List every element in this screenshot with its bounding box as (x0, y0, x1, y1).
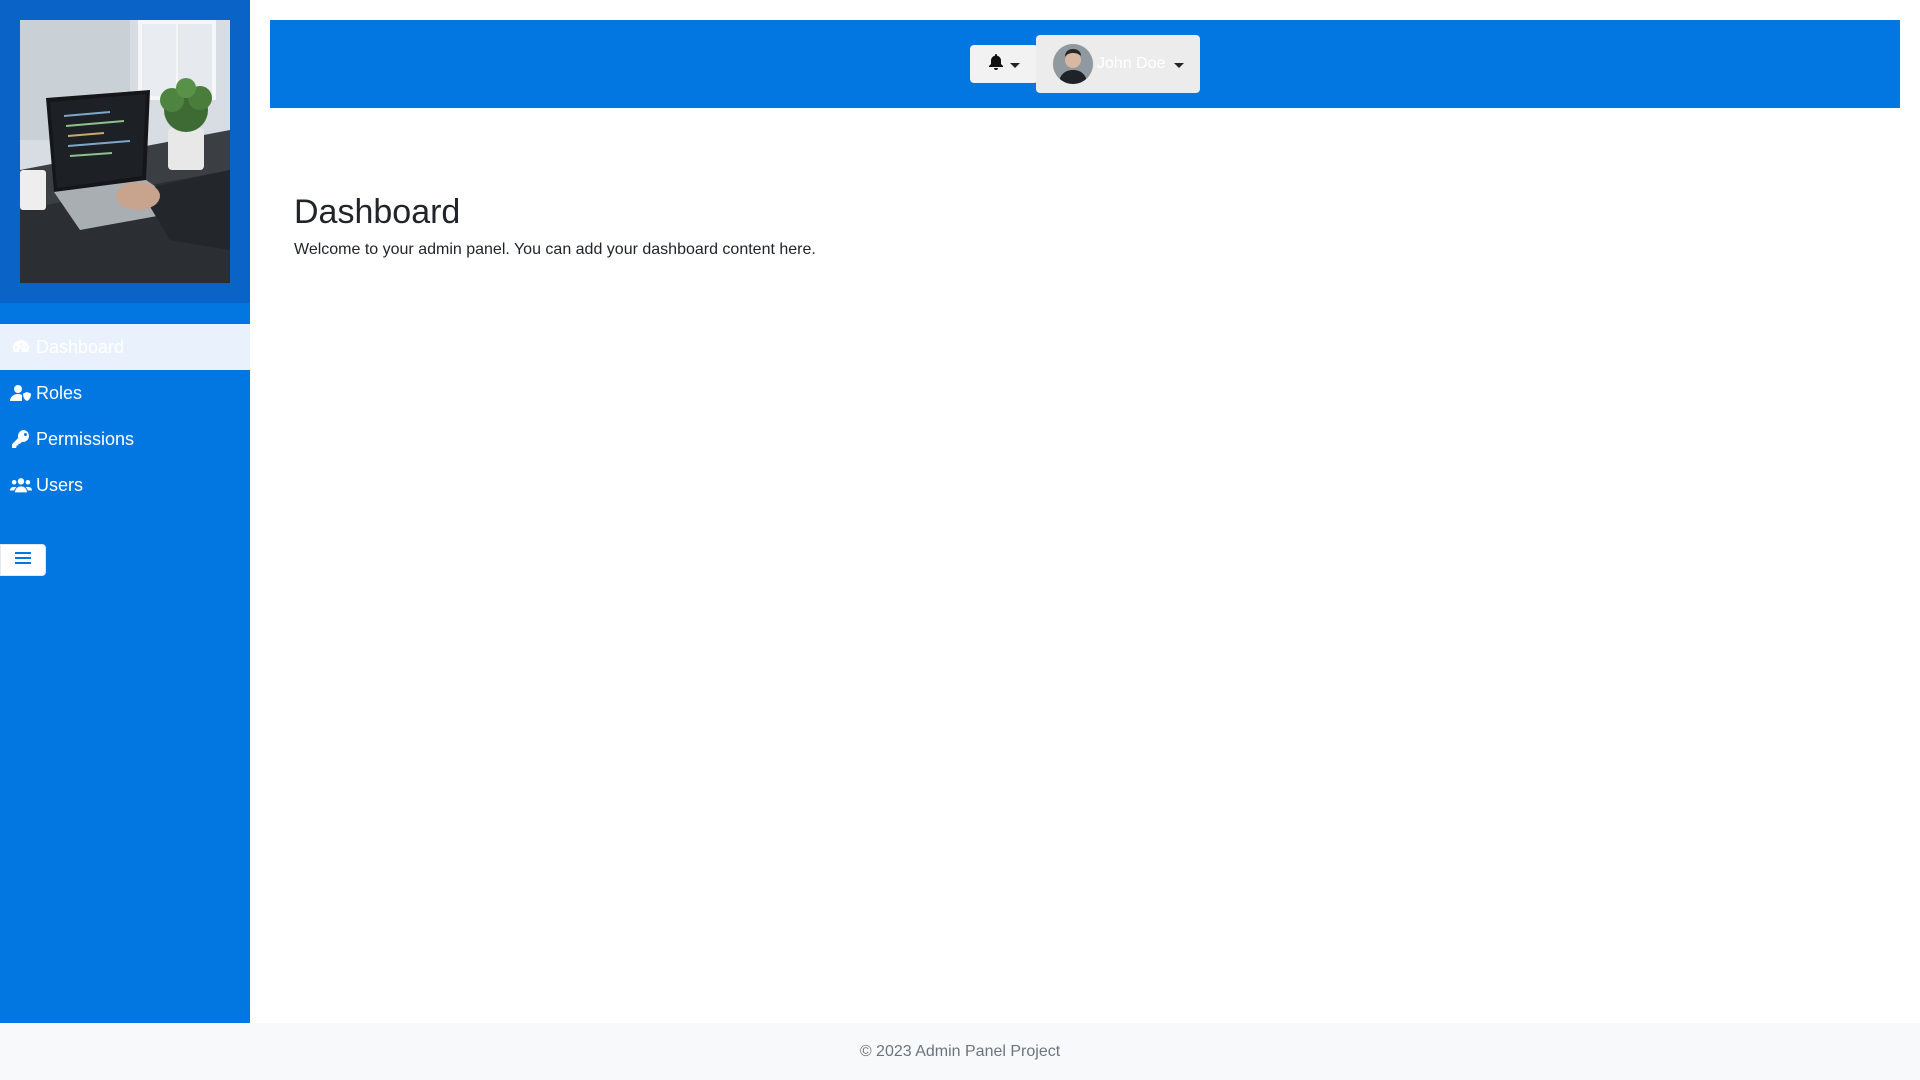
key-icon (10, 429, 32, 449)
sidebar-item-permissions[interactable]: Permissions (0, 416, 250, 462)
footer-text: © 2023 Admin Panel Project (859, 1042, 1061, 1060)
page-title: Dashboard (294, 193, 461, 231)
sidebar-item-label: Permissions (36, 428, 135, 449)
sidebar-item-label: Dashboard (36, 336, 125, 357)
user-shield-icon (10, 383, 32, 403)
sidebar-header (0, 0, 250, 303)
topbar: John Doe (270, 20, 1900, 108)
hamburger-icon (15, 551, 31, 570)
user-menu-button[interactable]: John Doe (1036, 35, 1200, 93)
sidebar-toggle-button[interactable] (0, 544, 46, 576)
sidebar: Dashboard Roles Permissions Users (0, 0, 250, 1023)
bell-icon (988, 53, 1003, 75)
sidebar-photo (20, 20, 230, 283)
user-name: John Doe (1097, 55, 1166, 72)
sidebar-item-roles[interactable]: Roles (0, 370, 250, 416)
chevron-down-icon (1173, 63, 1184, 68)
sidebar-item-users[interactable]: Users (0, 462, 250, 508)
sidebar-item-dashboard[interactable]: Dashboard (0, 324, 250, 370)
sidebar-item-label: Roles (36, 382, 83, 403)
chevron-down-icon (1009, 63, 1020, 68)
notifications-button[interactable] (970, 45, 1038, 83)
sidebar-item-label: Users (36, 474, 84, 495)
welcome-text: Welcome to your admin panel. You can add… (294, 241, 816, 258)
avatar (1053, 44, 1093, 84)
footer: © 2023 Admin Panel Project (0, 1023, 1920, 1080)
users-icon (10, 475, 32, 495)
gauge-icon (10, 337, 32, 357)
